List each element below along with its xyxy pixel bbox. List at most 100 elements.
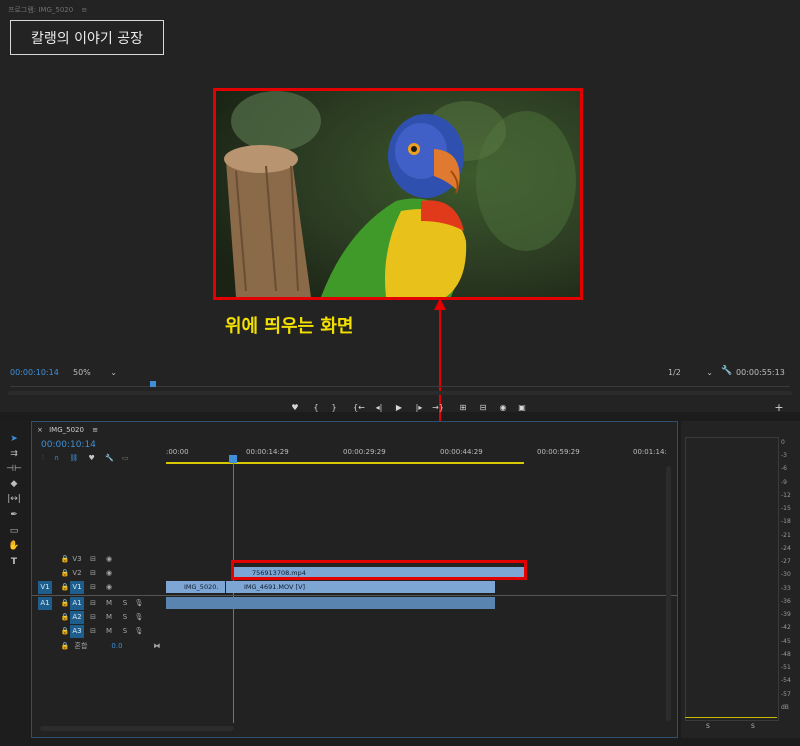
selection-tool-icon[interactable]: ➤	[6, 432, 22, 446]
a1-audio-clip[interactable]	[166, 597, 495, 609]
comparison-view-button[interactable]: ▣	[515, 403, 529, 412]
solo-left-button[interactable]: S	[706, 723, 710, 730]
source-patch-a1[interactable]: A1	[38, 597, 52, 610]
resolution-value: 1/2	[668, 368, 681, 377]
video-audio-divider[interactable]	[32, 595, 677, 596]
db-label: -18	[781, 518, 791, 525]
track-name[interactable]: A1	[70, 597, 84, 610]
close-icon[interactable]: ×	[37, 426, 43, 434]
db-label: -57	[781, 691, 791, 698]
go-to-end-icon[interactable]: ⧓	[150, 640, 164, 653]
mark-out-button[interactable]: }	[327, 403, 341, 412]
eye-icon[interactable]: ◉	[102, 553, 116, 566]
sync-lock-icon[interactable]: ⊟	[86, 553, 100, 566]
track-header-v1: V1 🔒 V1 ⊟ ◉	[32, 581, 166, 594]
step-forward-button[interactable]: |▸	[412, 403, 426, 412]
v1-clip-b[interactable]: IMG_4691.MOV [V]	[226, 581, 495, 593]
track-name[interactable]: V2	[70, 567, 84, 580]
wrench-icon[interactable]: 🔧	[105, 454, 114, 462]
program-video-frame	[213, 88, 583, 300]
sync-lock-icon[interactable]: ⊟	[86, 611, 100, 624]
program-monitor: 프로그램: IMG_5020 ≡ 칼랭의 이야기 공장 위에 띄우는 화면 00…	[0, 0, 800, 560]
step-back-button[interactable]: ◂|	[372, 403, 386, 412]
wrench-icon[interactable]: 🔧	[721, 366, 732, 376]
db-label: -30	[781, 571, 791, 578]
solo-button[interactable]: S	[118, 625, 132, 638]
go-to-out-button[interactable]: →}	[431, 403, 445, 412]
resolution-dropdown[interactable]: 1/2 ⌄	[668, 368, 713, 377]
db-label: -45	[781, 638, 791, 645]
watermark-title-box: 칼랭의 이야기 공장	[10, 20, 164, 55]
mute-button[interactable]: M	[102, 597, 116, 610]
work-area-bar[interactable]	[166, 462, 524, 464]
eye-icon[interactable]: ◉	[102, 581, 116, 594]
sync-lock-icon[interactable]: ⊟	[86, 625, 100, 638]
track-name[interactable]: V1	[70, 581, 84, 594]
microphone-icon[interactable]: 🎙	[132, 597, 146, 610]
go-to-in-button[interactable]: {←	[352, 403, 366, 412]
extract-button[interactable]: ⊟	[476, 403, 490, 412]
mute-button[interactable]: M	[102, 625, 116, 638]
slip-tool-icon[interactable]: |↔|	[6, 492, 22, 506]
nest-icon[interactable]: ⫶	[42, 454, 44, 462]
eye-icon[interactable]: ◉	[102, 567, 116, 580]
monitor-scrub-track[interactable]	[10, 386, 790, 387]
rectangle-tool-icon[interactable]: ▭	[6, 524, 22, 538]
ripple-edit-tool-icon[interactable]: ⊣⊢	[6, 462, 22, 476]
ruler-label: 00:00:44:29	[440, 448, 483, 456]
db-label: -12	[781, 492, 791, 499]
monitor-zoom-scrollbar[interactable]	[8, 391, 792, 395]
sync-lock-icon[interactable]: ⊟	[86, 581, 100, 594]
vertical-scrollbar[interactable]	[666, 466, 671, 721]
solo-right-button[interactable]: S	[751, 723, 755, 730]
monitor-playhead[interactable]	[150, 381, 156, 387]
track-name[interactable]: A2	[70, 611, 84, 624]
play-button[interactable]: ▶	[392, 403, 406, 412]
track-select-tool-icon[interactable]: ⇉	[6, 447, 22, 461]
microphone-icon[interactable]: 🎙	[132, 625, 146, 638]
zoom-level-dropdown[interactable]: 50% ⌄	[73, 368, 117, 377]
monitor-title[interactable]: 프로그램: IMG_5020 ≡	[8, 5, 87, 15]
mute-button[interactable]: M	[102, 611, 116, 624]
db-label: -36	[781, 598, 791, 605]
monitor-playhead-timecode[interactable]: 00:00:10:14	[10, 368, 59, 377]
monitor-menu-icon[interactable]: ≡	[81, 6, 87, 14]
master-volume[interactable]: 0.0	[110, 640, 124, 653]
db-label: -24	[781, 545, 791, 552]
add-marker-button[interactable]: ♥	[288, 403, 302, 412]
track-header-v3: 🔒 V3 ⊟ ◉	[32, 553, 166, 566]
timeline-panel: × IMG_5020 ≡ 00:00:10:14 ⫶ ∩ ⛓ ♥ 🔧 ▭ :00…	[31, 421, 678, 738]
db-label: -42	[781, 624, 791, 631]
track-name[interactable]: V3	[70, 553, 84, 566]
sync-lock-icon[interactable]: ⊟	[86, 597, 100, 610]
db-label: -27	[781, 558, 791, 565]
button-editor-add[interactable]: +	[772, 401, 786, 414]
type-tool-icon[interactable]: T	[6, 555, 22, 569]
sequence-tab[interactable]: × IMG_5020 ≡	[37, 426, 98, 434]
hand-tool-icon[interactable]: ✋	[6, 539, 22, 553]
linked-selection-icon[interactable]: ⛓	[69, 454, 78, 462]
track-name[interactable]: A3	[70, 625, 84, 638]
timeline-playhead-marker[interactable]	[229, 455, 237, 463]
v1-clip-a[interactable]: IMG_5020.	[166, 581, 225, 593]
horizontal-scrollbar[interactable]	[40, 726, 234, 731]
sync-lock-icon[interactable]: ⊟	[86, 567, 100, 580]
microphone-icon[interactable]: 🎙	[132, 611, 146, 624]
razor-tool-icon[interactable]: ◆	[6, 477, 22, 491]
db-label: -54	[781, 677, 791, 684]
export-frame-button[interactable]: ◉	[496, 403, 510, 412]
sequence-menu-icon[interactable]: ≡	[92, 426, 98, 434]
solo-button[interactable]: S	[118, 597, 132, 610]
time-ruler[interactable]: :00:00 00:00:14:29 00:00:29:29 00:00:44:…	[166, 444, 667, 464]
db-label: 0	[781, 439, 785, 446]
timeline-playhead-timecode[interactable]: 00:00:10:14	[41, 440, 96, 450]
pen-tool-icon[interactable]: ✒	[6, 508, 22, 522]
snap-icon[interactable]: ∩	[54, 454, 59, 462]
source-patch-v1[interactable]: V1	[38, 581, 52, 594]
mark-in-button[interactable]: {	[309, 403, 323, 412]
lift-button[interactable]: ⊞	[456, 403, 470, 412]
add-marker-icon[interactable]: ♥	[88, 454, 94, 462]
captions-icon[interactable]: ▭	[122, 454, 129, 462]
solo-button[interactable]: S	[118, 611, 132, 624]
ruler-label: 00:00:59:29	[537, 448, 580, 456]
